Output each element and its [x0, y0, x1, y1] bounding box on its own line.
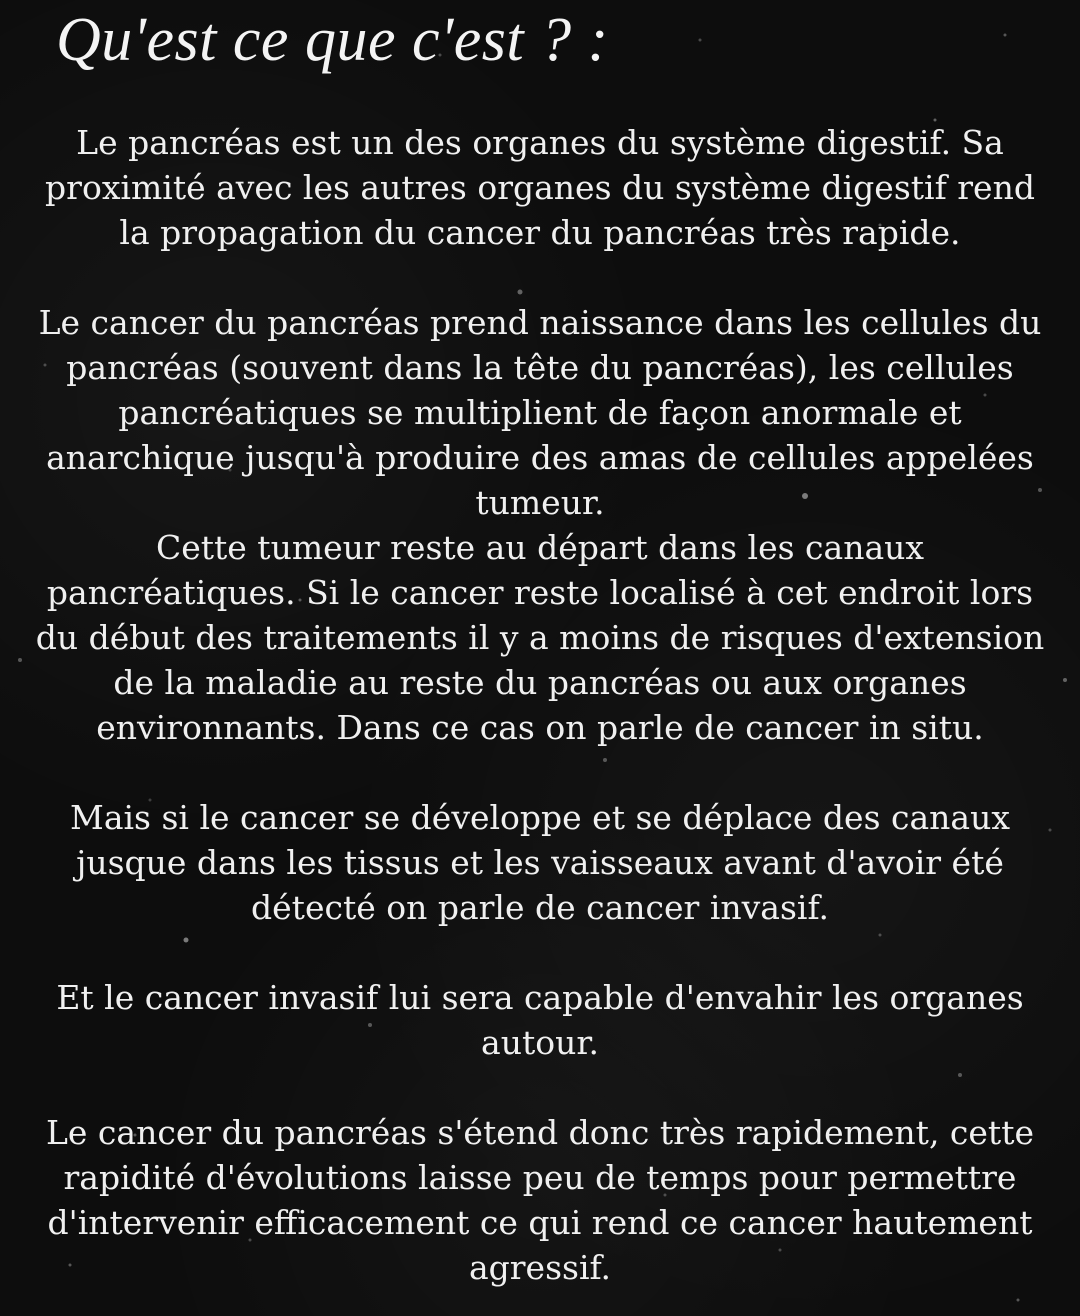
text-line: Le cancer du pancréas s'étend donc très … [46, 1113, 1034, 1152]
text-line: pancréatiques se multiplient de façon an… [118, 393, 962, 432]
text-line: la propagation du cancer du pancréas trè… [119, 213, 961, 252]
text-line: Le pancréas est un des organes du systèm… [76, 123, 1004, 162]
paragraph-in-situ: Cette tumeur reste au départ dans les ca… [20, 525, 1060, 750]
text-line: rapidité d'évolutions laisse peu de temp… [63, 1158, 1017, 1197]
paragraph-invasive: Mais si le cancer se développe et se dép… [20, 795, 1060, 930]
text-line: Et le cancer invasif lui sera capable d'… [56, 978, 1024, 1017]
paragraph-invasion: Et le cancer invasif lui sera capable d'… [20, 975, 1060, 1065]
text-line: Mais si le cancer se développe et se dép… [70, 798, 1010, 837]
text-line: Le cancer du pancréas prend naissance da… [38, 303, 1042, 342]
paragraph-origin: Le cancer du pancréas prend naissance da… [20, 300, 1060, 525]
text-line: d'intervenir efficacement ce qui rend ce… [47, 1203, 1033, 1242]
paragraph-intro: Le pancréas est un des organes du systèm… [20, 120, 1060, 255]
text-line: du début des traitements il y a moins de… [35, 618, 1045, 657]
text-line: anarchique jusqu'à produire des amas de … [46, 438, 1034, 477]
article-body: Le pancréas est un des organes du systèm… [20, 120, 1060, 1290]
text-line: autour. [481, 1023, 599, 1062]
text-line: pancréatiques. Si le cancer reste locali… [46, 573, 1034, 612]
text-line: tumeur. [475, 483, 605, 522]
paragraph-conclusion: Le cancer du pancréas s'étend donc très … [20, 1110, 1060, 1290]
page-title: Qu'est ce que c'est ? : [56, 6, 609, 74]
text-line: agressif. [468, 1248, 612, 1287]
text-line: de la maladie au reste du pancréas ou au… [113, 663, 967, 702]
text-line: pancréas (souvent dans la tête du pancré… [66, 348, 1014, 387]
text-line: proximité avec les autres organes du sys… [45, 168, 1035, 207]
text-line: Cette tumeur reste au départ dans les ca… [155, 528, 925, 567]
text-line: détecté on parle de cancer invasif. [251, 888, 829, 927]
text-line: environnants. Dans ce cas on parle de ca… [96, 708, 984, 747]
text-line: jusque dans les tissus et les vaisseaux … [76, 843, 1004, 882]
